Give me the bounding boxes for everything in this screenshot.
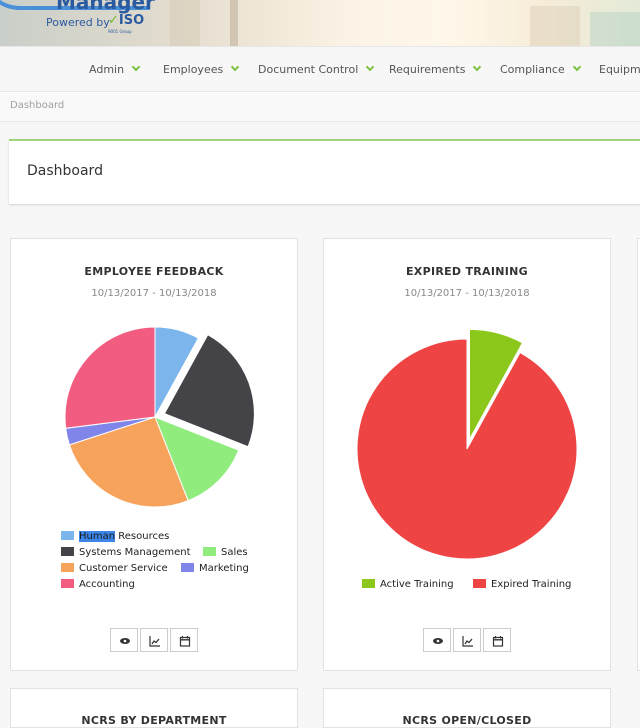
eye-icon [433,638,443,644]
nav-item-employees[interactable]: Employees [163,62,240,76]
breadcrumb-bar: Dashboard [0,92,640,122]
legend-label: Systems Management [79,547,191,558]
nav-label: Admin [89,63,125,76]
calendar-button[interactable] [483,628,511,652]
nav-item-admin[interactable]: Admin [89,62,141,76]
calendar-icon [492,636,504,647]
eye-icon [120,638,130,644]
card-date-range: 10/13/2017 - 10/13/2018 [404,288,530,299]
legend-swatch [61,579,74,588]
nav-item-equipment[interactable]: Equipme [599,63,640,76]
legend-swatch [61,531,74,540]
legend-swatch [181,563,194,572]
ncrs-open-closed-card: NCRS OPEN/CLOSED [323,688,611,728]
page-title: Dashboard [27,163,103,179]
employee-feedback-pie [64,326,255,508]
view-button[interactable] [423,628,451,652]
powered-by-text: Powered by [46,16,110,29]
iso-subtitle: 9001 Group [108,29,132,34]
nav-item-compliance[interactable]: Compliance [500,62,581,76]
card-title: NCRS BY DEPARTMENT [81,714,227,727]
legend-label: Active Training [380,579,454,590]
pie-slice-expired-training[interactable] [356,338,578,560]
legend-item-marketing[interactable]: Marketing [181,563,249,574]
banner-decoration [530,6,580,46]
nav-label: Equipme [599,63,640,76]
card-title: EXPIRED TRAINING [405,265,528,278]
employee-feedback-card: EMPLOYEE FEEDBACK 10/13/2017 - 10/13/201… [10,238,298,671]
expired-training-pie [356,328,578,560]
legend-swatch [61,563,74,572]
iso-logo: ✓ISO [108,13,144,28]
legend-swatch [61,547,74,556]
legend-item-systems-management[interactable]: Systems Management [61,547,191,558]
legend-item-accounting[interactable]: Accounting [61,579,135,590]
card-date-range: 10/13/2017 - 10/13/2018 [91,288,217,299]
line-chart-icon [149,636,160,647]
chevron-down-icon [572,62,581,72]
card-actions [11,628,297,652]
check-icon: ✓ [108,13,119,28]
nav-label: Requirements [389,63,466,76]
ncrs-by-department-card: NCRS BY DEPARTMENT [10,688,298,728]
legend-item-sales[interactable]: Sales [203,547,248,558]
card-title: EMPLOYEE FEEDBACK [84,265,224,278]
card-title: NCRS OPEN/CLOSED [402,714,532,727]
page-header: Dashboard [9,139,640,204]
legend-swatch [473,579,486,588]
nav-label: Compliance [500,63,565,76]
nav-label: Employees [163,63,224,76]
calendar-icon [179,636,191,647]
legend-label: Resources [115,531,170,542]
legend-label: Expired Training [491,579,572,590]
card-actions [324,628,610,652]
banner-decoration [590,12,640,46]
legend-item-customer-service[interactable]: Customer Service [61,563,168,574]
legend-swatch [362,579,375,588]
chevron-down-icon [131,62,141,72]
line-chart-icon [462,636,473,647]
main-nav: Admin Employees Document Control Require… [0,46,640,92]
header-banner: Manager Powered by ✓ISO 9001 Group [0,0,640,46]
chevron-down-icon [473,62,482,72]
legend-item-expired-training[interactable]: Expired Training [473,579,571,590]
nav-item-requirements[interactable]: Requirements [389,62,482,76]
breadcrumb[interactable]: Dashboard [10,100,64,111]
expired-training-card: EXPIRED TRAINING 10/13/2017 - 10/13/2018… [323,238,611,671]
nav-item-document-control[interactable]: Document Control [258,62,375,76]
legend-label: Accounting [79,579,135,590]
legend-item-human-resources[interactable]: Human Resources [61,531,169,542]
legend-swatch [203,547,216,556]
iso-brand: ISO [118,13,145,28]
legend-label: Sales [221,547,248,558]
legend-label: Marketing [199,563,249,574]
logo-text[interactable]: Manager [56,0,155,14]
legend-item-active-training[interactable]: Active Training [362,579,454,590]
legend-label: Customer Service [79,563,168,574]
trend-button[interactable] [140,628,168,652]
pie-slice-accounting[interactable] [64,326,156,429]
chevron-down-icon [230,62,240,72]
view-button[interactable] [110,628,138,652]
legend-label-selected: Human [79,531,116,542]
calendar-button[interactable] [170,628,198,652]
chevron-down-icon [366,62,375,72]
banner-decoration [170,0,200,46]
nav-label: Document Control [258,63,359,76]
trend-button[interactable] [453,628,481,652]
banner-decoration [230,0,238,46]
